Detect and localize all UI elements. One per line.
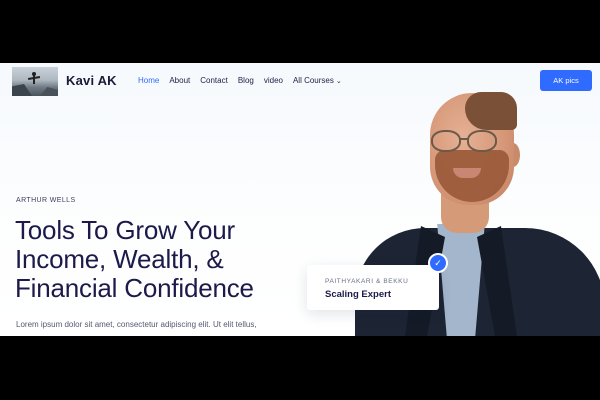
portrait-glasses-left <box>431 130 461 152</box>
hero-headline-line-3: Financial Confidence <box>15 273 254 303</box>
nav-link-all-courses[interactable]: All Courses ⌄ <box>293 76 342 85</box>
expert-badge-card: PAITHYAKARI & BEKKU Scaling Expert <box>307 265 439 310</box>
portrait-hair <box>465 92 517 130</box>
portrait-glasses-right <box>467 130 497 152</box>
nav-link-all-courses-label: All Courses <box>292 76 334 85</box>
hero-headline-line-1: Tools To Grow Your <box>15 215 235 245</box>
hero-headline: Tools To Grow Your Income, Wealth, & Fin… <box>15 216 305 303</box>
main-nav: Home About Contact Blog video All Course… <box>138 76 342 85</box>
logo-rock-shape <box>40 87 58 96</box>
logo-cliff-shape <box>12 84 32 96</box>
logo-image[interactable] <box>12 67 58 96</box>
nav-link-blog[interactable]: Blog <box>238 76 254 85</box>
hero-eyebrow: ARTHUR WELLS <box>16 197 76 204</box>
brand-name[interactable]: Kavi AK <box>66 73 117 88</box>
portrait-glasses-bridge <box>459 138 469 140</box>
chevron-down-icon: ⌄ <box>335 78 342 85</box>
hero-headline-line-2: Income, Wealth, & <box>15 244 224 274</box>
page-viewport: Kavi AK Home About Contact Blog video Al… <box>0 63 600 336</box>
hero-description: Lorem ipsum dolor sit amet, consectetur … <box>16 320 257 329</box>
nav-link-contact[interactable]: Contact <box>200 76 228 85</box>
checkmark-icon: ✓ <box>428 253 448 273</box>
badge-label: PAITHYAKARI & BEKKU <box>325 278 409 285</box>
nav-link-video[interactable]: video <box>264 76 283 85</box>
badge-role: Scaling Expert <box>325 289 391 300</box>
nav-link-home[interactable]: Home <box>138 76 159 85</box>
nav-link-about[interactable]: About <box>169 76 190 85</box>
